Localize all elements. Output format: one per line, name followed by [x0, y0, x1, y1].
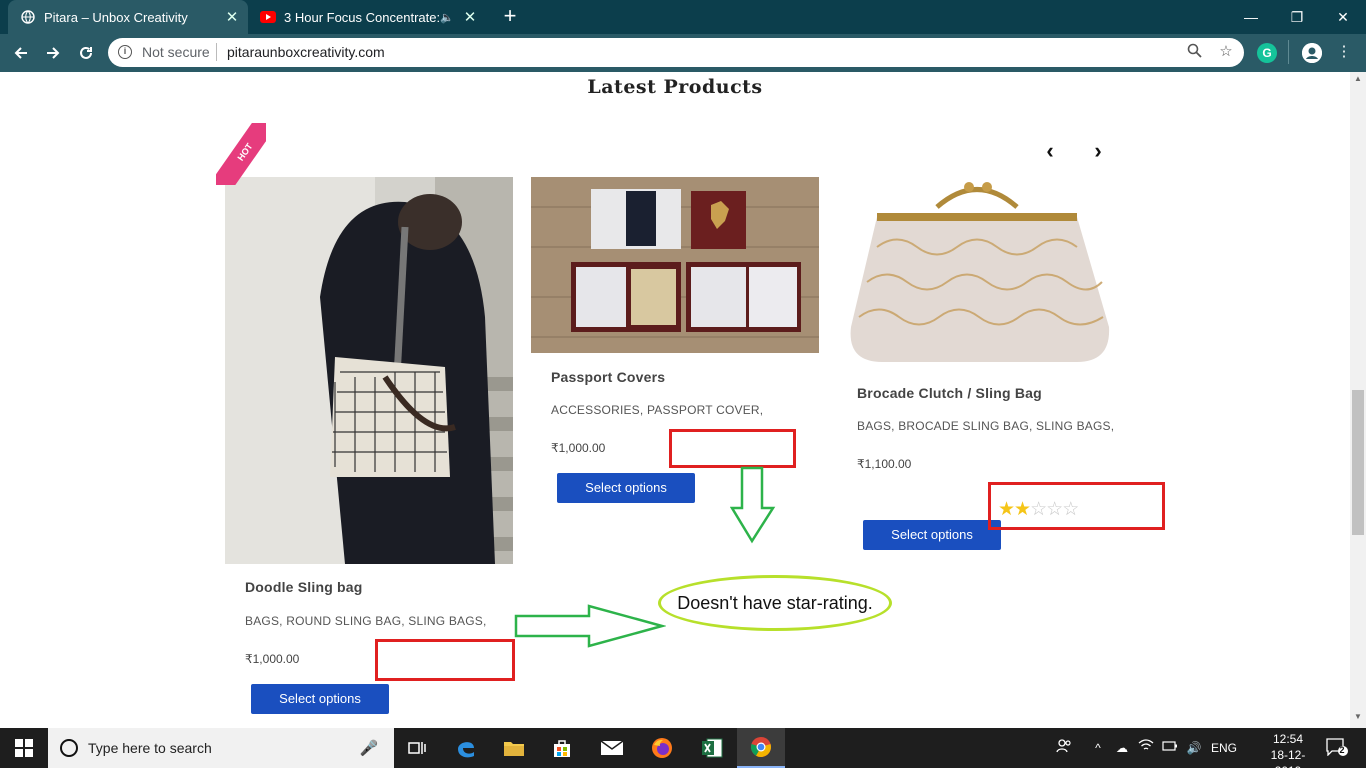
tab-youtube[interactable]: 3 Hour Focus Concentrate: St 🔈 ✕	[250, 0, 486, 34]
file-explorer-icon[interactable]	[490, 728, 538, 768]
close-tab-icon[interactable]: ✕	[222, 8, 242, 26]
reload-icon[interactable]	[73, 40, 99, 66]
annotation-red-box	[669, 429, 796, 468]
product-title[interactable]: Brocade Clutch / Sling Bag	[857, 385, 1042, 401]
page-viewport	[0, 72, 1350, 728]
toolbar-divider	[1288, 40, 1289, 64]
restore-icon[interactable]: ❐	[1274, 0, 1320, 34]
product-price: ₹1,000.00	[245, 652, 300, 666]
youtube-icon	[260, 9, 276, 25]
url-divider	[216, 43, 217, 61]
select-options-button[interactable]: Select options	[251, 684, 389, 714]
excel-icon[interactable]	[688, 728, 736, 768]
annotation-red-box	[375, 639, 515, 681]
firefox-icon[interactable]	[638, 728, 686, 768]
scroll-up-icon[interactable]: ▲	[1350, 74, 1366, 88]
profile-avatar-icon[interactable]	[1302, 43, 1322, 63]
annotation-red-box	[988, 482, 1165, 530]
hot-badge: HOT	[216, 123, 266, 185]
network-icon[interactable]	[1136, 738, 1156, 758]
product-price: ₹1,100.00	[857, 457, 912, 471]
menu-kebab-icon[interactable]: ⋮	[1335, 43, 1353, 61]
taskbar-search[interactable]: Type here to search 🎤	[48, 728, 394, 768]
select-options-button[interactable]: Select options	[863, 520, 1001, 550]
language-indicator[interactable]: ENG	[1210, 738, 1238, 758]
product-title[interactable]: Passport Covers	[551, 369, 665, 385]
annotation-text: Doesn't have star-rating.	[677, 592, 873, 613]
microphone-icon[interactable]: 🎤	[358, 739, 380, 757]
product-image[interactable]	[225, 177, 513, 564]
annotation-down-arrow	[730, 466, 776, 544]
product-price: ₹1,000.00	[551, 441, 606, 455]
system-clock[interactable]: 12:54 18-12-2019	[1258, 731, 1318, 768]
info-icon[interactable]: i	[118, 45, 132, 59]
tab-title: Pitara – Unbox Creativity	[44, 9, 188, 25]
cortana-icon	[60, 739, 78, 757]
volume-icon[interactable]: 🔊	[1184, 738, 1204, 758]
speaker-icon[interactable]: 🔈	[440, 11, 454, 24]
product-categories[interactable]: BAGS, ROUND SLING BAG, SLING BAGS,	[245, 614, 487, 628]
carousel-prev-icon[interactable]: ‹	[1040, 140, 1060, 162]
close-tab-icon[interactable]: ✕	[460, 8, 480, 26]
notification-count: 2	[1339, 745, 1345, 755]
carousel-next-icon[interactable]: ›	[1088, 140, 1108, 162]
security-label[interactable]: Not secure	[142, 44, 210, 60]
url-text[interactable]: pitaraunboxcreativity.com	[227, 44, 385, 60]
people-icon[interactable]	[1054, 738, 1074, 758]
close-window-icon[interactable]: ✕	[1320, 0, 1366, 34]
chrome-icon[interactable]	[737, 728, 785, 768]
scroll-down-icon[interactable]: ▼	[1350, 712, 1366, 726]
scrollbar-thumb[interactable]	[1352, 390, 1364, 535]
section-heading: Latest Products	[587, 76, 763, 98]
product-title[interactable]: Doodle Sling bag	[245, 579, 363, 595]
battery-icon[interactable]	[1160, 738, 1180, 758]
product-image[interactable]	[531, 177, 819, 353]
windows-start-icon[interactable]	[0, 728, 48, 768]
mail-icon[interactable]	[588, 728, 636, 768]
back-icon[interactable]	[8, 40, 34, 66]
annotation-right-arrow	[514, 604, 666, 648]
onedrive-icon[interactable]: ☁	[1112, 738, 1132, 758]
globe-icon	[20, 9, 36, 25]
hot-badge-label: HOT	[216, 123, 266, 185]
annotation-callout: Doesn't have star-rating.	[658, 575, 892, 631]
new-tab-button[interactable]: +	[498, 4, 522, 28]
notification-icon[interactable]: 2	[1322, 738, 1352, 758]
zoom-icon[interactable]	[1185, 43, 1203, 61]
minimize-icon[interactable]: —	[1228, 0, 1274, 34]
clock-date: 18-12-2019	[1270, 748, 1306, 768]
clock-time: 12:54	[1272, 732, 1304, 746]
task-view-icon[interactable]	[394, 728, 442, 768]
store-icon[interactable]	[538, 728, 586, 768]
select-options-button[interactable]: Select options	[557, 473, 695, 503]
product-categories[interactable]: BAGS, BROCADE SLING BAG, SLING BAGS,	[857, 419, 1114, 433]
product-image[interactable]	[837, 177, 1125, 369]
tab-pitara[interactable]: Pitara – Unbox Creativity ✕	[8, 0, 248, 34]
forward-icon[interactable]	[40, 40, 66, 66]
bookmark-star-icon[interactable]: ☆	[1217, 43, 1235, 61]
edge-icon[interactable]	[442, 728, 490, 768]
tab-title: 3 Hour Focus Concentrate: St	[284, 9, 441, 25]
search-placeholder[interactable]: Type here to search	[88, 740, 358, 756]
chevron-up-icon[interactable]: ^	[1090, 738, 1106, 758]
product-categories[interactable]: ACCESSORIES, PASSPORT COVER,	[551, 403, 763, 417]
grammarly-icon[interactable]: G	[1257, 43, 1277, 63]
